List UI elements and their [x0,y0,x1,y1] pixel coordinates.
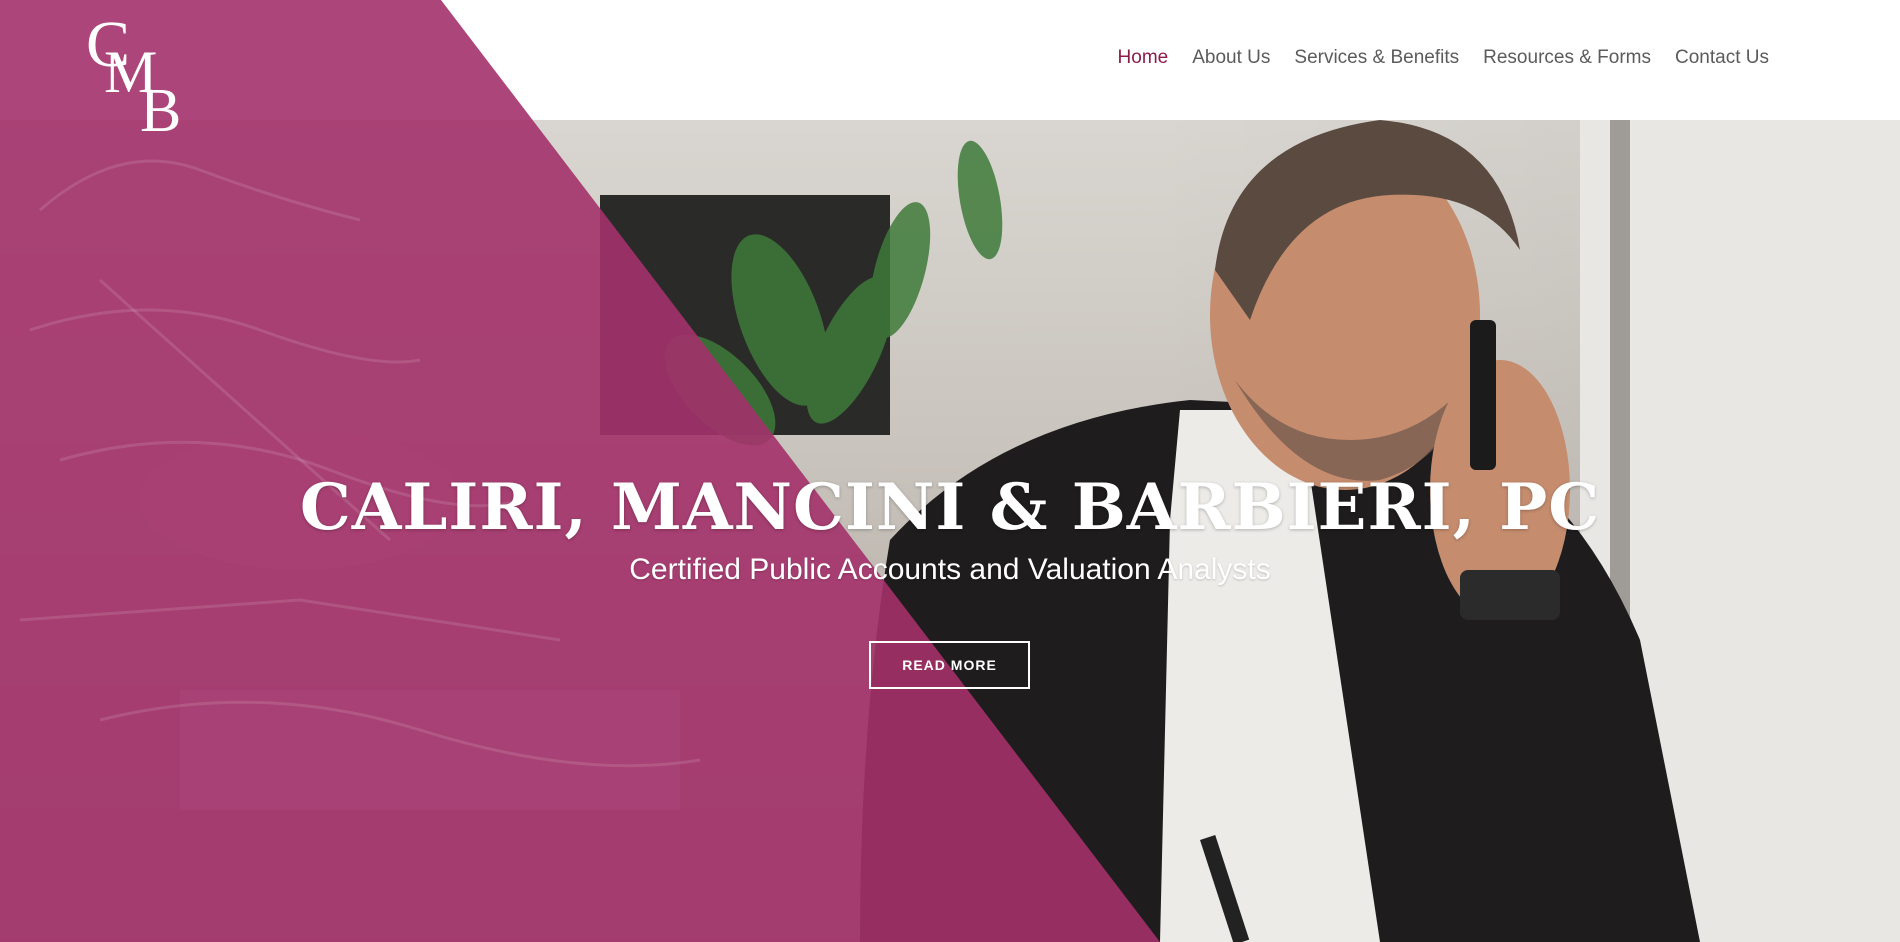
hero-title: CALIRI, MANCINI & BARBIERI, PC [299,470,1601,545]
phone [1470,320,1496,470]
hero-subtitle: Certified Public Accounts and Valuation … [629,553,1271,586]
logo-letter-b: B [140,77,182,145]
nav-resources-forms[interactable]: Resources & Forms [1483,47,1651,69]
nav-contact-us[interactable]: Contact Us [1675,47,1769,69]
notebook [180,690,680,810]
nav-about-us[interactable]: About Us [1192,47,1270,69]
main-nav: Home About Us Services & Benefits Resour… [1118,47,1769,69]
read-more-button[interactable]: READ MORE [869,641,1030,689]
cmb-logo[interactable]: C M B [86,12,196,147]
nav-services-benefits[interactable]: Services & Benefits [1294,47,1459,69]
nav-home[interactable]: Home [1118,47,1169,69]
hero-text-block: CALIRI, MANCINI & BARBIERI, PC Certified… [0,470,1900,590]
